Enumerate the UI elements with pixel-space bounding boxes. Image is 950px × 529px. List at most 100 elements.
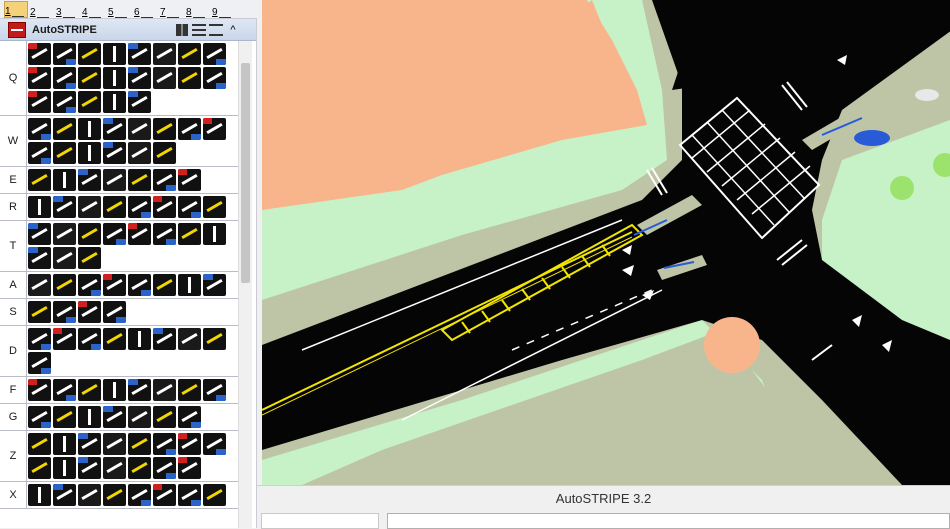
- stripe-tool-icon[interactable]: [128, 142, 151, 164]
- map-canvas[interactable]: [262, 0, 950, 485]
- stripe-tool-icon[interactable]: [78, 43, 101, 65]
- toolbar-tool-3[interactable]: 3: [56, 1, 80, 18]
- stripe-tool-icon[interactable]: [103, 484, 126, 506]
- stripe-tool-icon[interactable]: [53, 247, 76, 269]
- grid-icon[interactable]: [176, 23, 188, 36]
- stripe-tool-icon[interactable]: [103, 274, 126, 296]
- stripe-tool-icon[interactable]: [178, 457, 201, 479]
- stripe-tool-icon[interactable]: [103, 118, 126, 140]
- stripe-tool-icon[interactable]: [203, 484, 226, 506]
- stripe-tool-icon[interactable]: [128, 91, 151, 113]
- stripe-tool-icon[interactable]: [28, 433, 51, 455]
- stripe-tool-icon[interactable]: [78, 457, 101, 479]
- stripe-tool-icon[interactable]: [203, 118, 226, 140]
- stripe-tool-icon[interactable]: [103, 91, 126, 113]
- stripe-tool-icon[interactable]: [128, 406, 151, 428]
- stripe-tool-icon[interactable]: [78, 484, 101, 506]
- command-line-field[interactable]: [387, 513, 950, 529]
- stripe-tool-icon[interactable]: [153, 118, 176, 140]
- toolbar-tool-6[interactable]: 6: [134, 1, 158, 18]
- stripe-tool-icon[interactable]: [53, 328, 76, 350]
- stripe-tool-icon[interactable]: [28, 379, 51, 401]
- stripe-tool-icon[interactable]: [28, 196, 51, 218]
- stripe-tool-icon[interactable]: [128, 67, 151, 89]
- stripe-tool-icon[interactable]: [203, 223, 226, 245]
- stripe-tool-icon[interactable]: [178, 328, 201, 350]
- status-field-left[interactable]: [261, 513, 379, 529]
- stripe-tool-icon[interactable]: [28, 328, 51, 350]
- stripe-tool-icon[interactable]: [78, 67, 101, 89]
- stripe-tool-icon[interactable]: [153, 328, 176, 350]
- stripe-tool-icon[interactable]: [78, 223, 101, 245]
- stripe-tool-icon[interactable]: [178, 379, 201, 401]
- stripe-tool-icon[interactable]: [203, 274, 226, 296]
- stripe-tool-icon[interactable]: [103, 142, 126, 164]
- stripe-tool-icon[interactable]: [178, 406, 201, 428]
- stripe-tool-icon[interactable]: [78, 379, 101, 401]
- stripe-tool-icon[interactable]: [178, 484, 201, 506]
- stripe-tool-icon[interactable]: [53, 379, 76, 401]
- stripe-tool-icon[interactable]: [78, 406, 101, 428]
- stripe-tool-icon[interactable]: [103, 379, 126, 401]
- stripe-tool-icon[interactable]: [153, 169, 176, 191]
- stripe-tool-icon[interactable]: [28, 91, 51, 113]
- stripe-tool-icon[interactable]: [103, 433, 126, 455]
- stripe-tool-icon[interactable]: [103, 196, 126, 218]
- stripe-tool-icon[interactable]: [28, 406, 51, 428]
- stripe-tool-icon[interactable]: [203, 328, 226, 350]
- stripe-tool-icon[interactable]: [153, 274, 176, 296]
- stripe-tool-icon[interactable]: [128, 379, 151, 401]
- stripe-tool-icon[interactable]: [128, 196, 151, 218]
- stripe-tool-icon[interactable]: [128, 328, 151, 350]
- stripe-tool-icon[interactable]: [103, 457, 126, 479]
- stripe-tool-icon[interactable]: [153, 457, 176, 479]
- stripe-tool-icon[interactable]: [28, 457, 51, 479]
- stripe-tool-icon[interactable]: [153, 379, 176, 401]
- stripe-tool-icon[interactable]: [53, 142, 76, 164]
- stripe-tool-icon[interactable]: [203, 379, 226, 401]
- stripe-tool-icon[interactable]: [28, 247, 51, 269]
- stripe-tool-icon[interactable]: [178, 43, 201, 65]
- toolbar-tool-1[interactable]: 1: [4, 0, 28, 18]
- stripe-tool-icon[interactable]: [178, 118, 201, 140]
- stripe-tool-icon[interactable]: [103, 67, 126, 89]
- stripe-tool-icon[interactable]: [153, 196, 176, 218]
- toolbar-tool-5[interactable]: 5: [108, 1, 132, 18]
- details-icon[interactable]: [209, 23, 223, 36]
- toolbar-tool-7[interactable]: 7: [160, 1, 184, 18]
- stripe-tool-icon[interactable]: [128, 433, 151, 455]
- stripe-tool-icon[interactable]: [78, 301, 101, 323]
- stripe-tool-icon[interactable]: [78, 247, 101, 269]
- stripe-tool-icon[interactable]: [103, 301, 126, 323]
- stripe-tool-icon[interactable]: [178, 223, 201, 245]
- stripe-tool-icon[interactable]: [103, 223, 126, 245]
- toolbar-tool-8[interactable]: 8: [186, 1, 210, 18]
- stripe-tool-icon[interactable]: [78, 91, 101, 113]
- stripe-tool-icon[interactable]: [178, 196, 201, 218]
- stripe-tool-icon[interactable]: [103, 406, 126, 428]
- stripe-tool-icon[interactable]: [78, 274, 101, 296]
- stripe-tool-icon[interactable]: [128, 484, 151, 506]
- collapse-up-icon[interactable]: ^: [226, 23, 240, 37]
- stripe-tool-icon[interactable]: [128, 223, 151, 245]
- stripe-tool-icon[interactable]: [153, 484, 176, 506]
- stripe-tool-icon[interactable]: [78, 196, 101, 218]
- stripe-tool-icon[interactable]: [53, 196, 76, 218]
- stripe-tool-icon[interactable]: [103, 328, 126, 350]
- stripe-tool-icon[interactable]: [53, 301, 76, 323]
- list-icon[interactable]: [192, 23, 206, 36]
- stripe-tool-icon[interactable]: [28, 169, 51, 191]
- stripe-tool-icon[interactable]: [178, 433, 201, 455]
- stripe-tool-icon[interactable]: [203, 196, 226, 218]
- stripe-tool-icon[interactable]: [128, 457, 151, 479]
- toolbar-tool-4[interactable]: 4: [82, 1, 106, 18]
- stripe-tool-icon[interactable]: [28, 484, 51, 506]
- stripe-tool-icon[interactable]: [153, 223, 176, 245]
- stripe-tool-icon[interactable]: [78, 433, 101, 455]
- stripe-tool-icon[interactable]: [28, 223, 51, 245]
- stripe-tool-icon[interactable]: [28, 142, 51, 164]
- stripe-tool-icon[interactable]: [78, 142, 101, 164]
- stripe-tool-icon[interactable]: [178, 67, 201, 89]
- stripe-tool-icon[interactable]: [53, 67, 76, 89]
- palette-scrollbar[interactable]: [238, 41, 252, 528]
